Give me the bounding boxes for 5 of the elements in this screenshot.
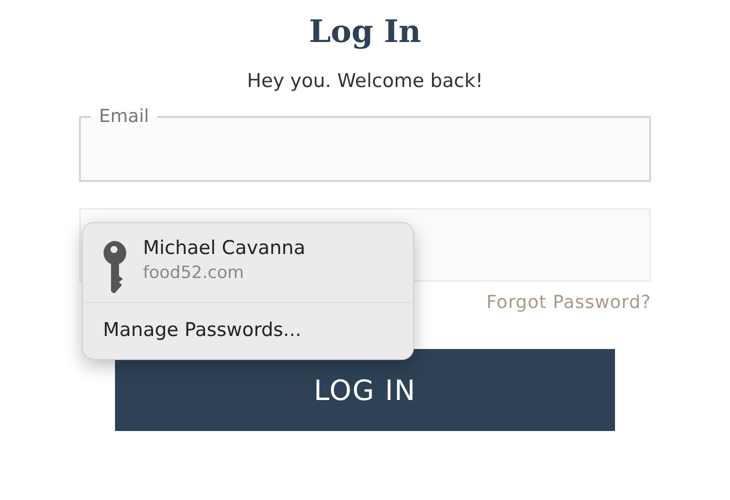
account-site: food52.com xyxy=(143,263,245,283)
page-title: Log In xyxy=(309,14,421,50)
email-label: Email xyxy=(98,106,150,127)
account-name: Michael Cavanna xyxy=(143,237,306,259)
welcome-text: Hey you. Welcome back! xyxy=(247,70,483,92)
